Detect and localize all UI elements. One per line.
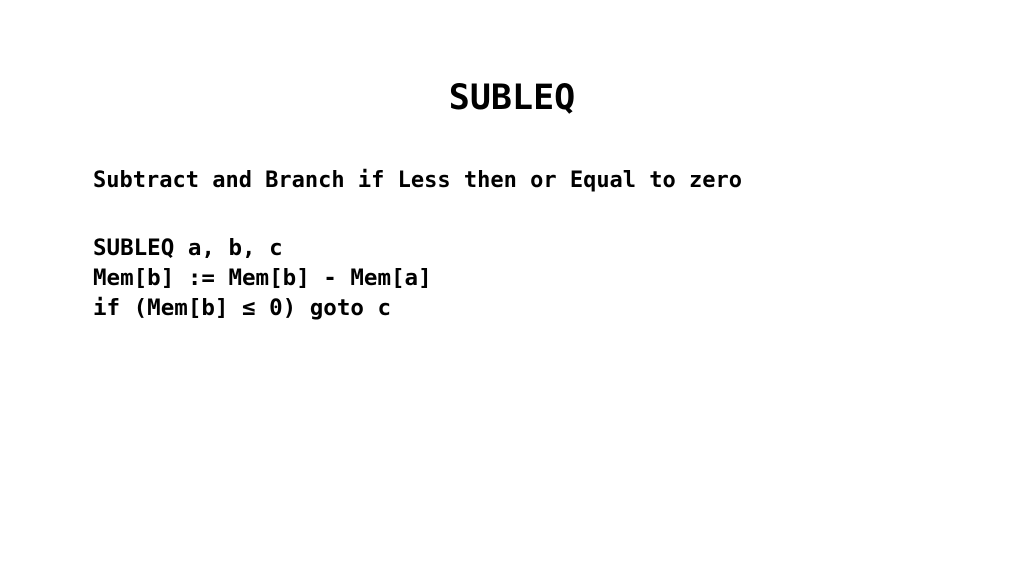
slide-subtitle: Subtract and Branch if Less then or Equa… bbox=[93, 168, 743, 193]
code-line-branch: if (Mem[b] ≤ 0) goto c bbox=[93, 295, 392, 321]
code-line-instruction: SUBLEQ a, b, c bbox=[93, 235, 283, 261]
slide-title: SUBLEQ bbox=[448, 78, 576, 118]
code-block: SUBLEQ a, b, c Mem[b] := Mem[b] - Mem[a]… bbox=[93, 233, 432, 323]
slide: SUBLEQ Subtract and Branch if Less then … bbox=[0, 0, 1024, 576]
code-line-subtract: Mem[b] := Mem[b] - Mem[a] bbox=[93, 265, 432, 291]
